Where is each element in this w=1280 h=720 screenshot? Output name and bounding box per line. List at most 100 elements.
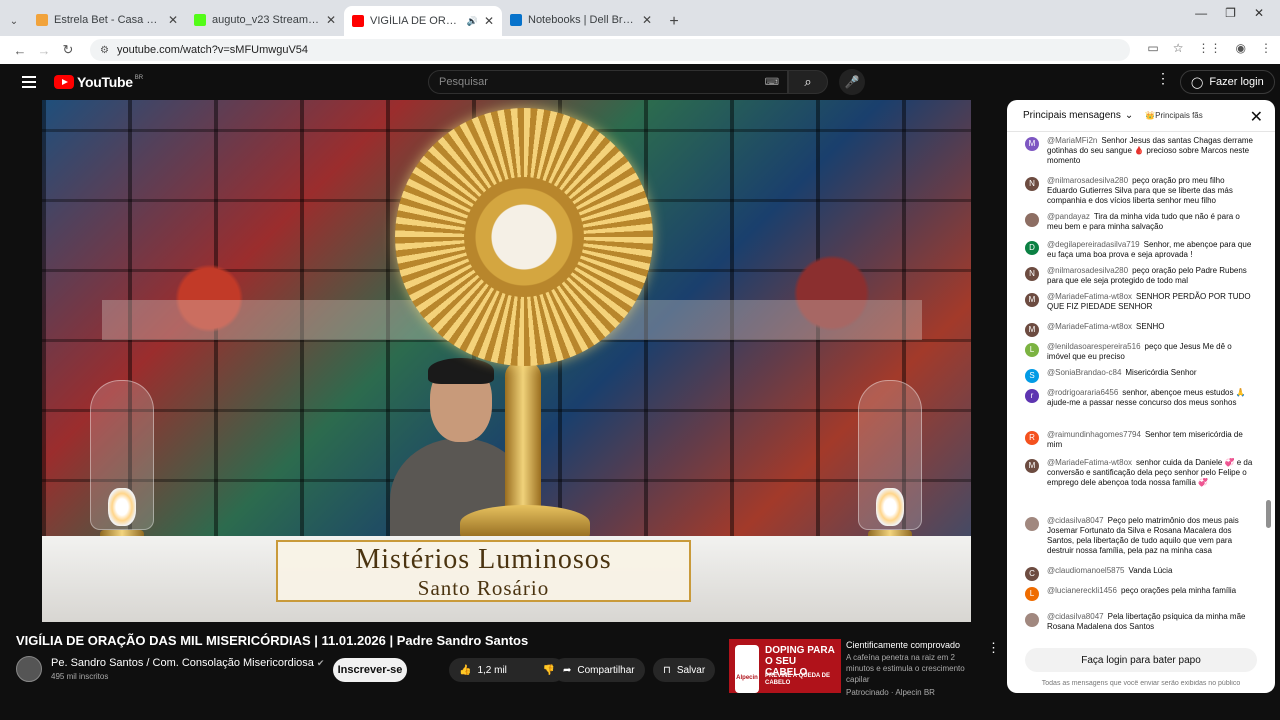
- avatar[interactable]: N: [1025, 177, 1039, 191]
- microphone-icon[interactable]: 🎤: [839, 69, 865, 95]
- chat-author[interactable]: @MariadeFatima-wt8ox: [1047, 322, 1132, 331]
- chat-message-text: @lucianereckli1456 peço orações pela minh…: [1047, 586, 1236, 601]
- video-player[interactable]: Mistérios Luminosos Santo Rosário: [42, 100, 971, 622]
- ad-thumbnail[interactable]: Alpecin DOPING PARA O SEU CABELO PREVINE…: [729, 639, 841, 693]
- avatar[interactable]: S: [1025, 369, 1039, 383]
- search-placeholder: Pesquisar: [439, 76, 488, 88]
- chat-message-text: @nilmarosadesilva280 peço oração pelo Pad…: [1047, 266, 1257, 286]
- tab-dell[interactable]: Notebooks | Dell Brasil ✕: [502, 6, 660, 34]
- new-tab-icon[interactable]: +: [660, 8, 688, 36]
- chat-login-button[interactable]: Faça login para bater papo: [1025, 648, 1257, 672]
- chat-message-text: @rodrigoararia6456 senhor, abençoe meus e…: [1047, 388, 1257, 408]
- ad-menu-icon[interactable]: ⋮: [987, 640, 1000, 656]
- chat-author[interactable]: @lenildasoarespereira516: [1047, 342, 1141, 351]
- maximize-icon[interactable]: ❐: [1225, 6, 1236, 20]
- chat-message: @cidasilva8047 Peço pelo matrimônio dos m…: [1025, 516, 1257, 556]
- avatar[interactable]: L: [1025, 343, 1039, 357]
- close-chat-icon[interactable]: ✕: [1250, 107, 1263, 127]
- avatar[interactable]: C: [1025, 567, 1039, 581]
- back-icon[interactable]: ←: [8, 43, 32, 58]
- chat-mode-dropdown[interactable]: Principais mensagens ⌄: [1023, 110, 1133, 121]
- tab-youtube-active[interactable]: VIGÍLIA DE ORAÇÃO DAS M 🔊 ✕: [344, 6, 502, 36]
- search-button[interactable]: ⌕: [788, 70, 828, 94]
- ad-info[interactable]: Cientificamente comprovado A cafeína pen…: [846, 640, 976, 698]
- avatar[interactable]: M: [1025, 293, 1039, 307]
- search-input[interactable]: Pesquisar ⌨: [428, 70, 788, 94]
- chat-author[interactable]: @nilmarosadesilva280: [1047, 176, 1128, 185]
- chat-message-text: @pandayaz Tira da minha vida tudo que não…: [1047, 212, 1257, 232]
- close-icon[interactable]: ✕: [642, 13, 652, 27]
- login-button[interactable]: ◯ Fazer login: [1180, 70, 1275, 94]
- share-button[interactable]: ➦ Compartilhar: [553, 658, 645, 682]
- tab-kick[interactable]: auguto_v23 Stream - Kick Dash ✕: [186, 6, 344, 34]
- chat-author[interactable]: @MariadeFatima-wt8ox: [1047, 458, 1132, 467]
- chat-author[interactable]: @nilmarosadesilva280: [1047, 266, 1128, 275]
- chat-scrollbar[interactable]: [1266, 500, 1271, 528]
- chat-author[interactable]: @MariadeFatima-wt8ox: [1047, 292, 1132, 301]
- chevron-down-icon: ⌄: [1124, 110, 1134, 121]
- chat-author[interactable]: @SoniaBrandao-c84: [1047, 368, 1121, 377]
- chat-author[interactable]: @pandayaz: [1047, 212, 1090, 221]
- channel-name[interactable]: Pe. Sandro Santos / Com. Consolação Mise…: [51, 657, 324, 669]
- avatar[interactable]: M: [1025, 137, 1039, 151]
- speaker-icon[interactable]: 🔊: [467, 16, 478, 27]
- cast-icon[interactable]: ▭: [1147, 41, 1158, 55]
- chat-message: D @degilapereiradasilva719 Senhor, me aben…: [1025, 240, 1257, 260]
- chat-author[interactable]: @degilapereiradasilva719: [1047, 240, 1140, 249]
- menu-icon[interactable]: ⋮: [1260, 41, 1272, 55]
- chat-messages[interactable]: M @MariaMFi2n Senhor Jesus das santas Chag…: [1007, 132, 1275, 639]
- settings-kebab-icon[interactable]: ⋮: [1156, 70, 1170, 87]
- save-button[interactable]: ⊓ Salvar: [653, 658, 716, 682]
- tab-search-icon[interactable]: ⌄: [0, 6, 28, 36]
- close-icon[interactable]: ✕: [484, 14, 494, 28]
- chat-author[interactable]: @raimundinhagomes7794: [1047, 430, 1141, 439]
- keyboard-icon[interactable]: ⌨: [765, 77, 779, 88]
- bookmark-star-icon[interactable]: ☆: [1173, 41, 1184, 55]
- chat-author[interactable]: @lucianereckli1456: [1047, 586, 1117, 595]
- like-button[interactable]: 👍 1,2 mil 👎: [449, 658, 565, 682]
- avatar[interactable]: D: [1025, 241, 1039, 255]
- youtube-play-icon: [54, 75, 74, 89]
- avatar[interactable]: M: [1025, 459, 1039, 473]
- chat-author[interactable]: @cidasilva8047: [1047, 612, 1104, 621]
- chat-body: Vanda Lúcia: [1128, 566, 1173, 575]
- chat-author[interactable]: @cidasilva8047: [1047, 516, 1104, 525]
- top-fans-tag[interactable]: 👑Principais fãs: [1145, 111, 1203, 120]
- avatar[interactable]: r: [1025, 389, 1039, 403]
- logo-text: YouTube: [77, 74, 133, 90]
- subscribe-button[interactable]: Inscrever-se: [333, 658, 407, 682]
- chat-author[interactable]: @claudiomanoel5875: [1047, 566, 1125, 575]
- avatar[interactable]: [1025, 213, 1039, 227]
- chat-footer: Todas as mensagens que você enviar serão…: [1041, 680, 1241, 687]
- chat-message-text: @nilmarosadesilva280 peço oração pro meu …: [1047, 176, 1257, 206]
- chat-message: N @nilmarosadesilva280 peço oração pro meu…: [1025, 176, 1257, 206]
- forward-icon[interactable]: →: [32, 43, 56, 58]
- chat-message-text: @cidasilva8047 Pela libertação psíquica d…: [1047, 612, 1257, 632]
- chat-author[interactable]: @MariaMFi2n: [1047, 136, 1097, 145]
- chat-message: r @rodrigoararia6456 senhor, abençoe meus …: [1025, 388, 1257, 408]
- save-label: Salvar: [676, 664, 706, 676]
- avatar[interactable]: L: [1025, 587, 1039, 601]
- avatar[interactable]: R: [1025, 431, 1039, 445]
- address-bar[interactable]: ⚙ youtube.com/watch?v=sMFUmwguV54: [90, 39, 1130, 61]
- screen: ⌄ Estrela Bet - Casa de Aposta Esp ✕ aug…: [0, 0, 1280, 720]
- avatar[interactable]: M: [1025, 323, 1039, 337]
- site-info-icon[interactable]: ⚙: [100, 45, 109, 56]
- youtube-logo[interactable]: YouTube BR: [54, 74, 143, 90]
- extensions-icon[interactable]: ⋮⋮: [1198, 41, 1222, 55]
- tab-estrelabet[interactable]: Estrela Bet - Casa de Aposta Esp ✕: [28, 6, 186, 34]
- avatar[interactable]: [1025, 613, 1039, 627]
- channel-avatar[interactable]: [16, 656, 42, 682]
- minimize-icon[interactable]: —: [1195, 6, 1207, 20]
- close-icon[interactable]: ✕: [168, 13, 178, 27]
- chat-message: N @nilmarosadesilva280 peço oração pelo Pa…: [1025, 266, 1257, 286]
- reload-icon[interactable]: ↻: [56, 42, 80, 58]
- avatar[interactable]: N: [1025, 267, 1039, 281]
- window-close-icon[interactable]: ✕: [1254, 6, 1264, 20]
- avatar[interactable]: [1025, 517, 1039, 531]
- profile-icon[interactable]: ◉: [1236, 41, 1246, 55]
- close-icon[interactable]: ✕: [326, 13, 336, 27]
- chat-author[interactable]: @rodrigoararia6456: [1047, 388, 1118, 397]
- banner-line1: Mistérios Luminosos: [355, 544, 612, 575]
- hamburger-menu-icon[interactable]: [22, 73, 36, 91]
